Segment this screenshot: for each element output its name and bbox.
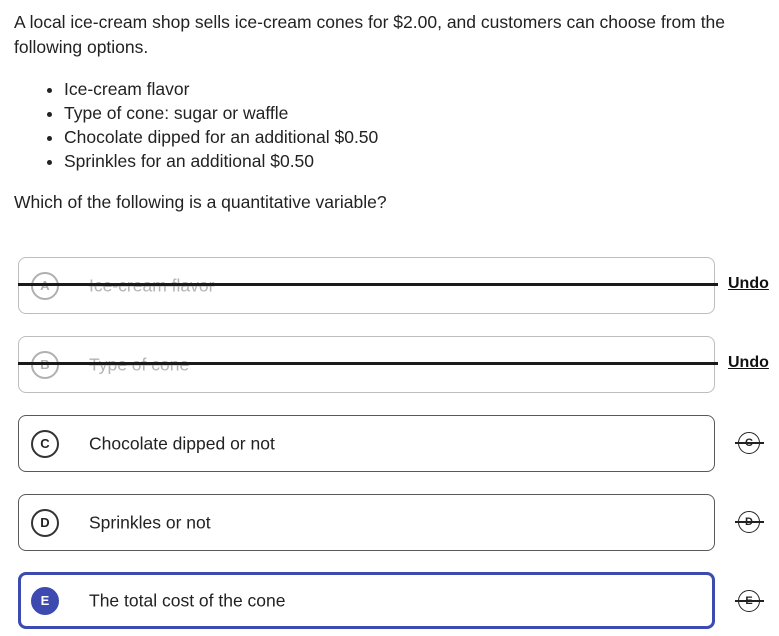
question-prompt: Which of the following is a quantitative…	[14, 192, 387, 212]
strikethrough-icon	[735, 442, 764, 444]
question-stem: A local ice-cream shop sells ice-cream c…	[14, 10, 754, 215]
list-item: Type of cone: sugar or waffle	[64, 101, 754, 125]
eliminate-button-e[interactable]: E	[735, 589, 764, 615]
list-item: Sprinkles for an additional $0.50	[64, 149, 754, 173]
answer-choice-e[interactable]: E The total cost of the cone	[18, 572, 715, 629]
undo-button-a[interactable]: Undo	[728, 275, 769, 293]
choice-letter-c: C	[31, 429, 59, 458]
choice-letter-e: E	[31, 586, 59, 615]
eliminate-button-d[interactable]: D	[735, 510, 764, 536]
question-intro: A local ice-cream shop sells ice-cream c…	[14, 12, 726, 57]
choice-text-e: The total cost of the cone	[89, 590, 286, 610]
eliminate-button-c[interactable]: C	[735, 431, 764, 457]
choice-letter-d: D	[31, 508, 59, 537]
choice-text-c: Chocolate dipped or not	[89, 433, 275, 453]
options-list: Ice-cream flavor Type of cone: sugar or …	[14, 77, 754, 173]
strikethrough-line-b	[18, 362, 718, 365]
undo-button-b[interactable]: Undo	[728, 354, 769, 372]
strikethrough-line-a	[18, 283, 718, 286]
answer-choice-c[interactable]: C Chocolate dipped or not	[18, 415, 715, 472]
choice-text-d: Sprinkles or not	[89, 512, 211, 532]
list-item: Chocolate dipped for an additional $0.50	[64, 125, 754, 149]
answer-choice-d[interactable]: D Sprinkles or not	[18, 494, 715, 551]
strikethrough-icon	[735, 521, 764, 523]
strikethrough-icon	[735, 600, 764, 602]
list-item: Ice-cream flavor	[64, 77, 754, 101]
